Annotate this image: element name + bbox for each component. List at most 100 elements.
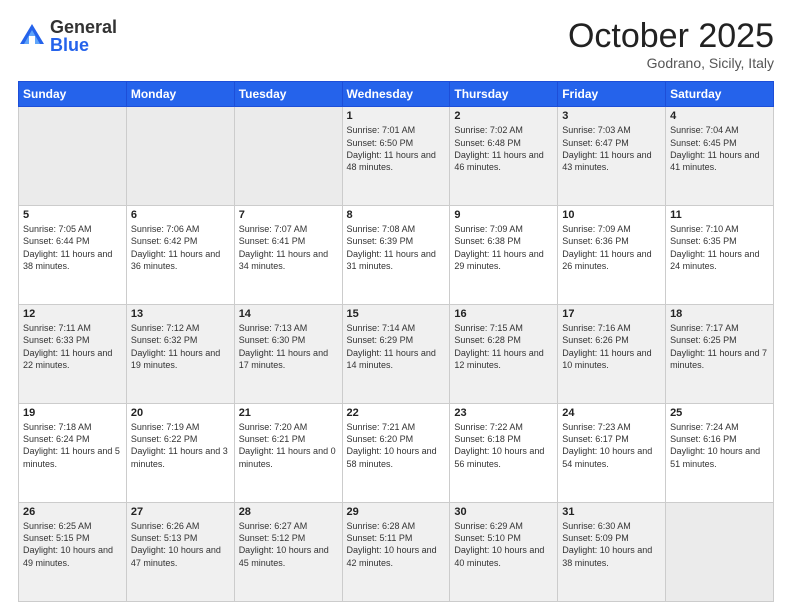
- calendar-row: 5 Sunrise: 7:05 AMSunset: 6:44 PMDaylight…: [19, 206, 774, 305]
- weekday-header-friday: Friday: [558, 82, 666, 107]
- day-info: Sunrise: 7:01 AMSunset: 6:50 PMDaylight:…: [347, 124, 446, 173]
- logo: General Blue: [18, 18, 117, 54]
- calendar-cell: 7 Sunrise: 7:07 AMSunset: 6:41 PMDaylight…: [234, 206, 342, 305]
- day-number: 23: [454, 407, 553, 419]
- day-number: 7: [239, 209, 338, 221]
- calendar-cell: 10 Sunrise: 7:09 AMSunset: 6:36 PMDayligh…: [558, 206, 666, 305]
- day-number: 13: [131, 308, 230, 320]
- weekday-header-sunday: Sunday: [19, 82, 127, 107]
- calendar-cell: 11 Sunrise: 7:10 AMSunset: 6:35 PMDayligh…: [666, 206, 774, 305]
- calendar-cell: 12 Sunrise: 7:11 AMSunset: 6:33 PMDayligh…: [19, 305, 127, 404]
- calendar-cell: 19 Sunrise: 7:18 AMSunset: 6:24 PMDayligh…: [19, 404, 127, 503]
- day-number: 6: [131, 209, 230, 221]
- calendar-cell: 18 Sunrise: 7:17 AMSunset: 6:25 PMDayligh…: [666, 305, 774, 404]
- calendar-cell: 9Sunrise: 7:09 AMSunset: 6:38 PMDaylight…: [450, 206, 558, 305]
- day-number: 1: [347, 110, 446, 122]
- logo-icon: [18, 22, 46, 50]
- header: General Blue October 2025 Godrano, Sicil…: [18, 18, 774, 71]
- calendar-cell: 30 Sunrise: 6:29 AMSunset: 5:10 PMDayligh…: [450, 503, 558, 602]
- day-number: 20: [131, 407, 230, 419]
- day-info: Sunrise: 6:29 AMSunset: 5:10 PMDaylight:…: [454, 520, 553, 569]
- calendar-row: 19 Sunrise: 7:18 AMSunset: 6:24 PMDayligh…: [19, 404, 774, 503]
- day-info: Sunrise: 6:30 AMSunset: 5:09 PMDaylight:…: [562, 520, 661, 569]
- day-info: Sunrise: 7:11 AMSunset: 6:33 PMDaylight:…: [23, 322, 122, 371]
- day-info: Sunrise: 6:28 AMSunset: 5:11 PMDaylight:…: [347, 520, 446, 569]
- day-number: 18: [670, 308, 769, 320]
- day-number: 19: [23, 407, 122, 419]
- logo-general-text: General: [50, 18, 117, 36]
- day-info: Sunrise: 7:10 AMSunset: 6:35 PMDaylight:…: [670, 223, 769, 272]
- day-info: Sunrise: 7:09 AMSunset: 6:36 PMDaylight:…: [562, 223, 661, 272]
- calendar-cell: 13 Sunrise: 7:12 AMSunset: 6:32 PMDayligh…: [126, 305, 234, 404]
- weekday-header-thursday: Thursday: [450, 82, 558, 107]
- day-info: Sunrise: 7:18 AMSunset: 6:24 PMDaylight:…: [23, 421, 122, 470]
- weekday-header-wednesday: Wednesday: [342, 82, 450, 107]
- calendar-cell: 14 Sunrise: 7:13 AMSunset: 6:30 PMDayligh…: [234, 305, 342, 404]
- day-number: 26: [23, 506, 122, 518]
- day-info: Sunrise: 6:26 AMSunset: 5:13 PMDaylight:…: [131, 520, 230, 569]
- day-info: Sunrise: 7:08 AMSunset: 6:39 PMDaylight:…: [347, 223, 446, 272]
- day-info: Sunrise: 7:02 AMSunset: 6:48 PMDaylight:…: [454, 124, 553, 173]
- calendar-cell: [666, 503, 774, 602]
- calendar-cell: 5 Sunrise: 7:05 AMSunset: 6:44 PMDaylight…: [19, 206, 127, 305]
- day-number: 12: [23, 308, 122, 320]
- day-info: Sunrise: 7:17 AMSunset: 6:25 PMDaylight:…: [670, 322, 769, 371]
- day-info: Sunrise: 7:13 AMSunset: 6:30 PMDaylight:…: [239, 322, 338, 371]
- calendar-cell: 27Sunrise: 6:26 AMSunset: 5:13 PMDayligh…: [126, 503, 234, 602]
- day-info: Sunrise: 7:23 AMSunset: 6:17 PMDaylight:…: [562, 421, 661, 470]
- calendar-cell: 8 Sunrise: 7:08 AMSunset: 6:39 PMDaylight…: [342, 206, 450, 305]
- day-number: 10: [562, 209, 661, 221]
- page: General Blue October 2025 Godrano, Sicil…: [0, 0, 792, 612]
- weekday-header-saturday: Saturday: [666, 82, 774, 107]
- day-number: 5: [23, 209, 122, 221]
- day-info: Sunrise: 7:09 AMSunset: 6:38 PMDaylight:…: [454, 223, 553, 272]
- day-number: 22: [347, 407, 446, 419]
- day-info: Sunrise: 6:27 AMSunset: 5:12 PMDaylight:…: [239, 520, 338, 569]
- day-number: 29: [347, 506, 446, 518]
- day-info: Sunrise: 7:24 AMSunset: 6:16 PMDaylight:…: [670, 421, 769, 470]
- day-info: Sunrise: 7:14 AMSunset: 6:29 PMDaylight:…: [347, 322, 446, 371]
- day-number: 2: [454, 110, 553, 122]
- day-info: Sunrise: 7:21 AMSunset: 6:20 PMDaylight:…: [347, 421, 446, 470]
- logo-blue-text: Blue: [50, 36, 117, 54]
- calendar-cell: 26 Sunrise: 6:25 AMSunset: 5:15 PMDayligh…: [19, 503, 127, 602]
- day-info: Sunrise: 7:04 AMSunset: 6:45 PMDaylight:…: [670, 124, 769, 173]
- calendar-cell: 20Sunrise: 7:19 AMSunset: 6:22 PMDayligh…: [126, 404, 234, 503]
- month-title: October 2025: [568, 18, 774, 55]
- location: Godrano, Sicily, Italy: [568, 55, 774, 71]
- calendar-cell: [126, 107, 234, 206]
- day-info: Sunrise: 7:06 AMSunset: 6:42 PMDaylight:…: [131, 223, 230, 272]
- day-info: Sunrise: 7:20 AMSunset: 6:21 PMDaylight:…: [239, 421, 338, 470]
- day-info: Sunrise: 6:25 AMSunset: 5:15 PMDaylight:…: [23, 520, 122, 569]
- day-number: 3: [562, 110, 661, 122]
- day-number: 4: [670, 110, 769, 122]
- day-number: 28: [239, 506, 338, 518]
- day-number: 8: [347, 209, 446, 221]
- calendar-cell: 21 Sunrise: 7:20 AMSunset: 6:21 PMDayligh…: [234, 404, 342, 503]
- calendar-cell: 17Sunrise: 7:16 AMSunset: 6:26 PMDayligh…: [558, 305, 666, 404]
- calendar-cell: 6 Sunrise: 7:06 AMSunset: 6:42 PMDaylight…: [126, 206, 234, 305]
- calendar-row: 26 Sunrise: 6:25 AMSunset: 5:15 PMDayligh…: [19, 503, 774, 602]
- calendar-row: 12 Sunrise: 7:11 AMSunset: 6:33 PMDayligh…: [19, 305, 774, 404]
- day-number: 15: [347, 308, 446, 320]
- calendar-cell: 29 Sunrise: 6:28 AMSunset: 5:11 PMDayligh…: [342, 503, 450, 602]
- day-info: Sunrise: 7:12 AMSunset: 6:32 PMDaylight:…: [131, 322, 230, 371]
- day-info: Sunrise: 7:03 AMSunset: 6:47 PMDaylight:…: [562, 124, 661, 173]
- day-info: Sunrise: 7:05 AMSunset: 6:44 PMDaylight:…: [23, 223, 122, 272]
- calendar-table: SundayMondayTuesdayWednesdayThursdayFrid…: [18, 81, 774, 602]
- calendar-cell: 2 Sunrise: 7:02 AMSunset: 6:48 PMDaylight…: [450, 107, 558, 206]
- calendar-cell: 23Sunrise: 7:22 AMSunset: 6:18 PMDayligh…: [450, 404, 558, 503]
- weekday-header-tuesday: Tuesday: [234, 82, 342, 107]
- calendar-cell: 15 Sunrise: 7:14 AMSunset: 6:29 PMDayligh…: [342, 305, 450, 404]
- day-number: 14: [239, 308, 338, 320]
- calendar-cell: 31 Sunrise: 6:30 AMSunset: 5:09 PMDayligh…: [558, 503, 666, 602]
- calendar-cell: 22 Sunrise: 7:21 AMSunset: 6:20 PMDayligh…: [342, 404, 450, 503]
- day-number: 25: [670, 407, 769, 419]
- day-number: 31: [562, 506, 661, 518]
- day-number: 11: [670, 209, 769, 221]
- day-info: Sunrise: 7:07 AMSunset: 6:41 PMDaylight:…: [239, 223, 338, 272]
- day-number: 30: [454, 506, 553, 518]
- day-number: 21: [239, 407, 338, 419]
- day-number: 16: [454, 308, 553, 320]
- calendar-cell: 25 Sunrise: 7:24 AMSunset: 6:16 PMDayligh…: [666, 404, 774, 503]
